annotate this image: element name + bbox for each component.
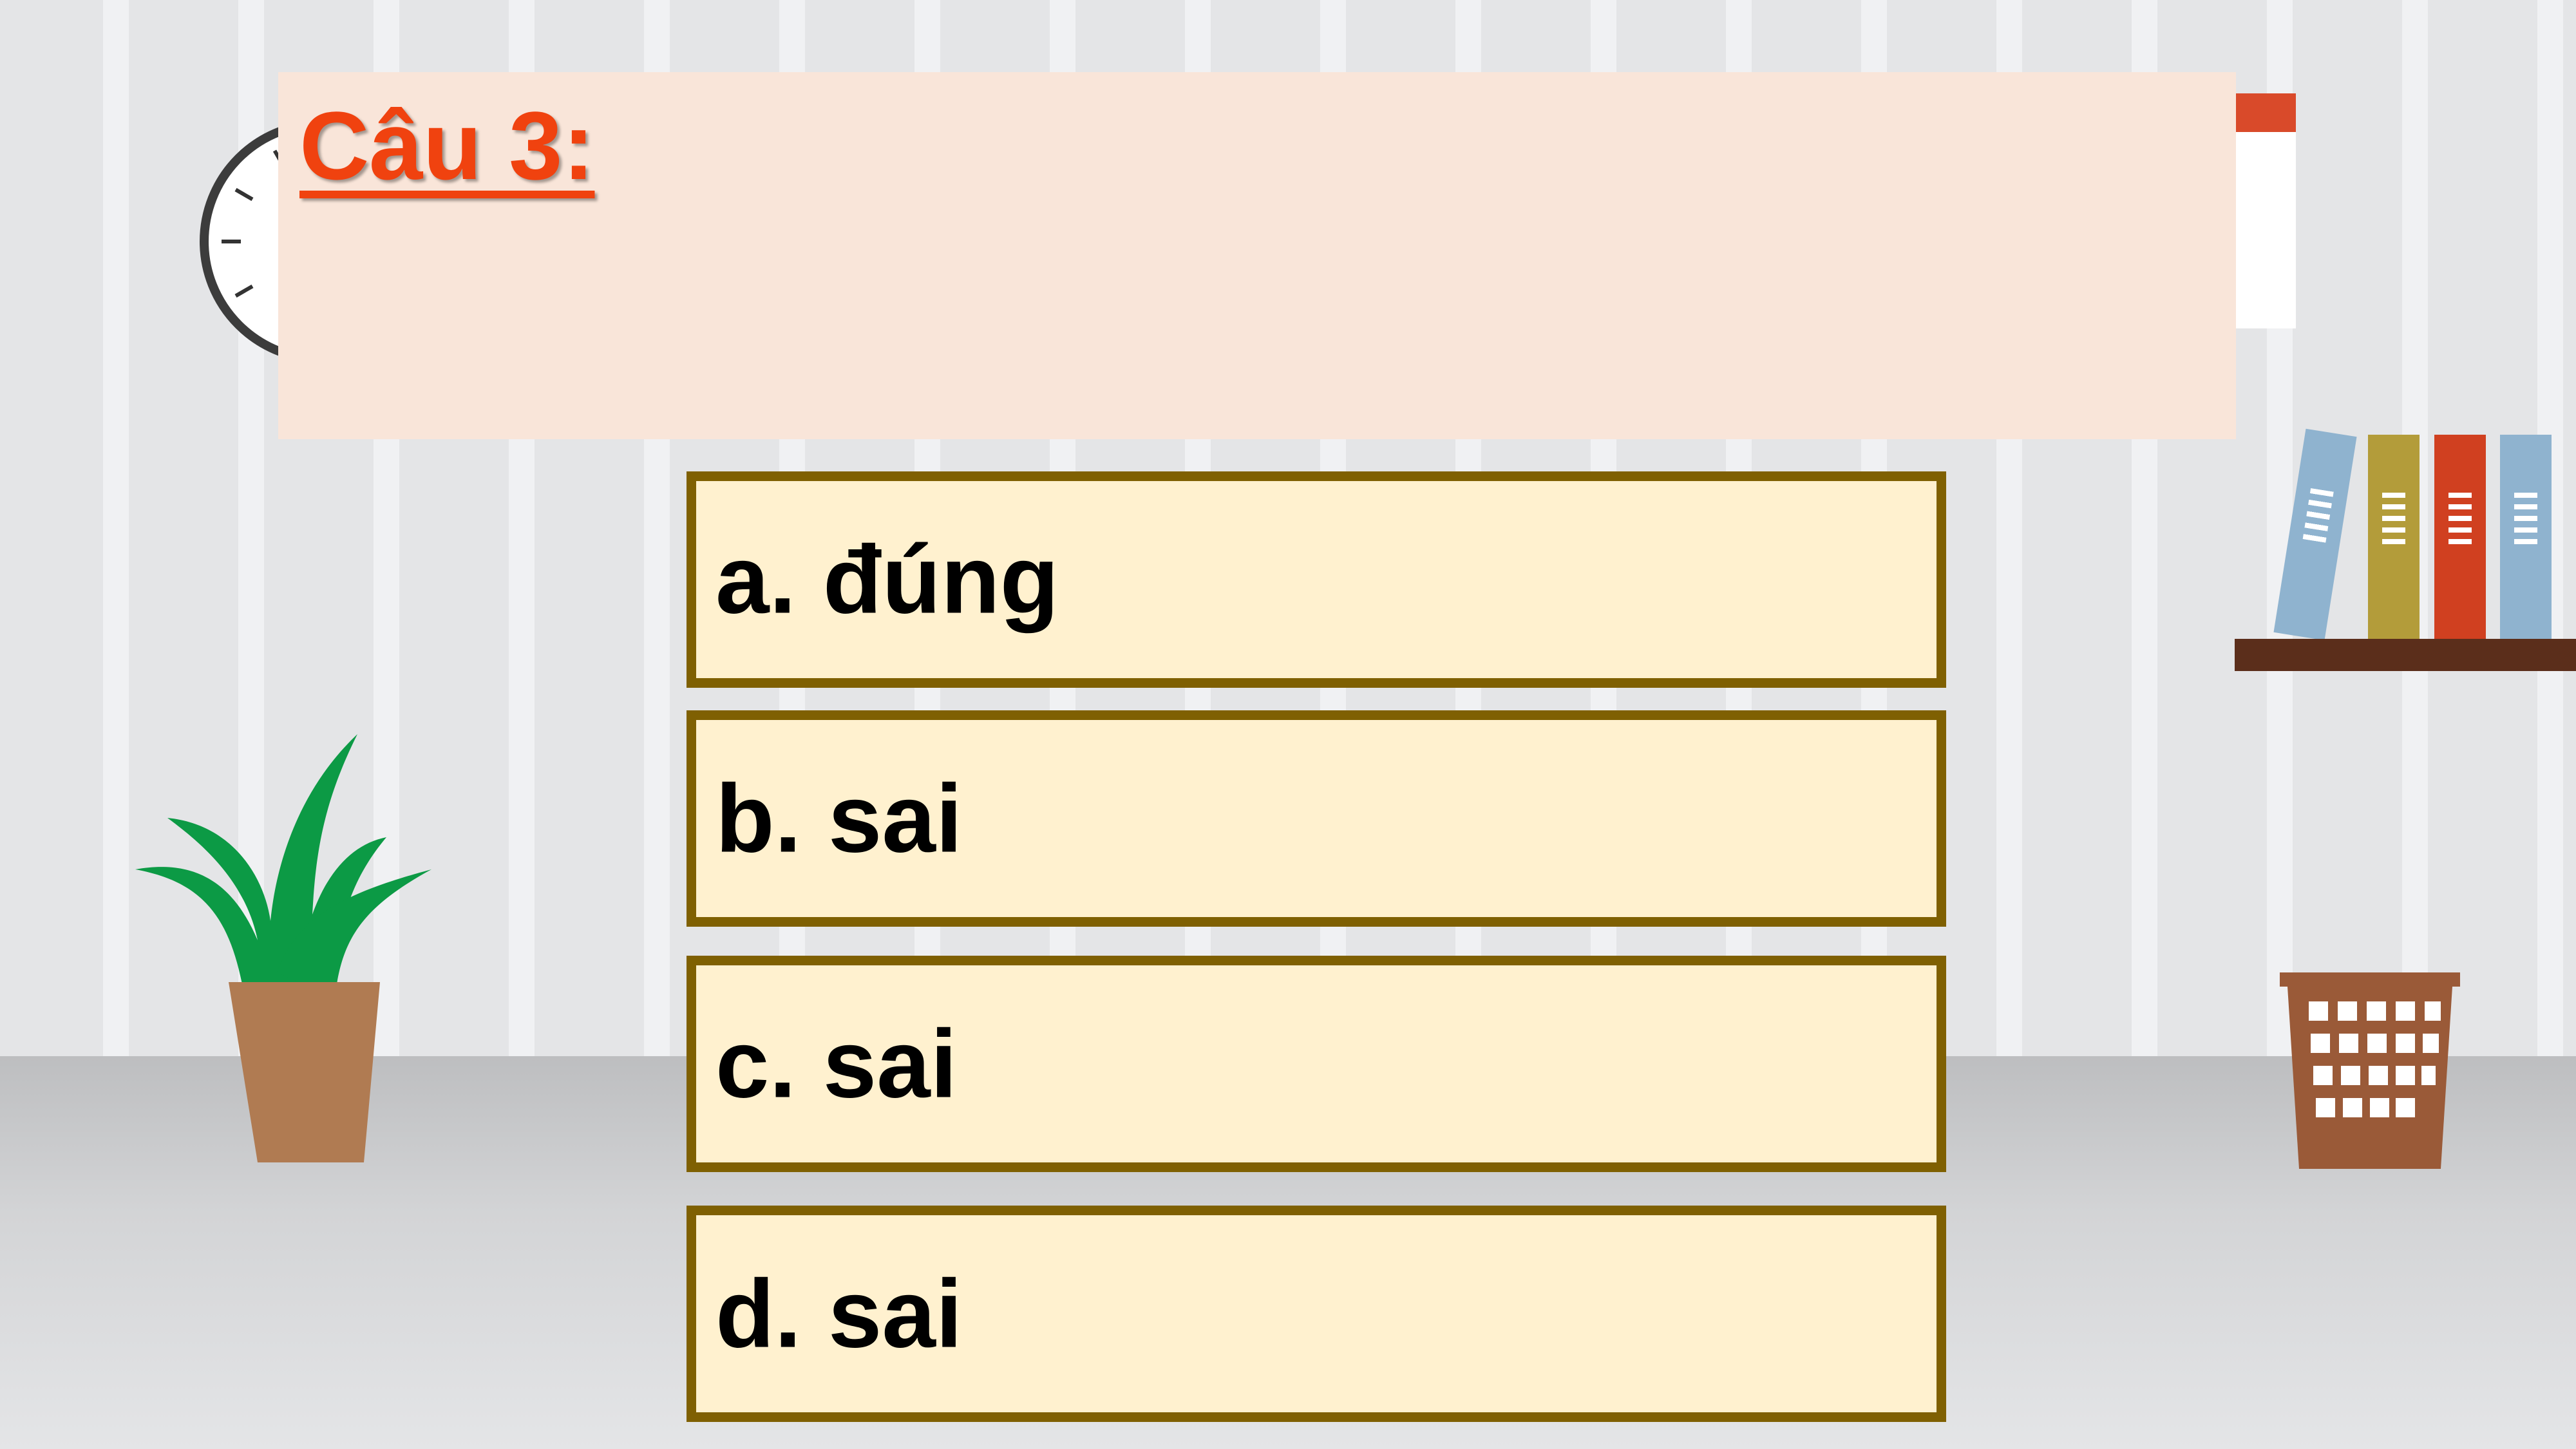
answer-option-b[interactable]: b. sai [687, 710, 1946, 927]
plant-icon [135, 734, 431, 1162]
answer-option-c[interactable]: c. sai [687, 956, 1946, 1172]
answer-option-label: c. sai [715, 1009, 958, 1118]
answer-option-label: b. sai [715, 764, 963, 873]
answer-option-label: a. đúng [715, 525, 1059, 634]
answer-option-label: d. sai [715, 1259, 963, 1368]
answer-option-d[interactable]: d. sai [687, 1206, 1946, 1422]
answer-option-a[interactable]: a. đúng [687, 471, 1946, 688]
question-number-label: Câu 3: [299, 91, 595, 200]
bookshelf [2235, 639, 2576, 671]
wastebasket-icon [2280, 972, 2460, 1169]
